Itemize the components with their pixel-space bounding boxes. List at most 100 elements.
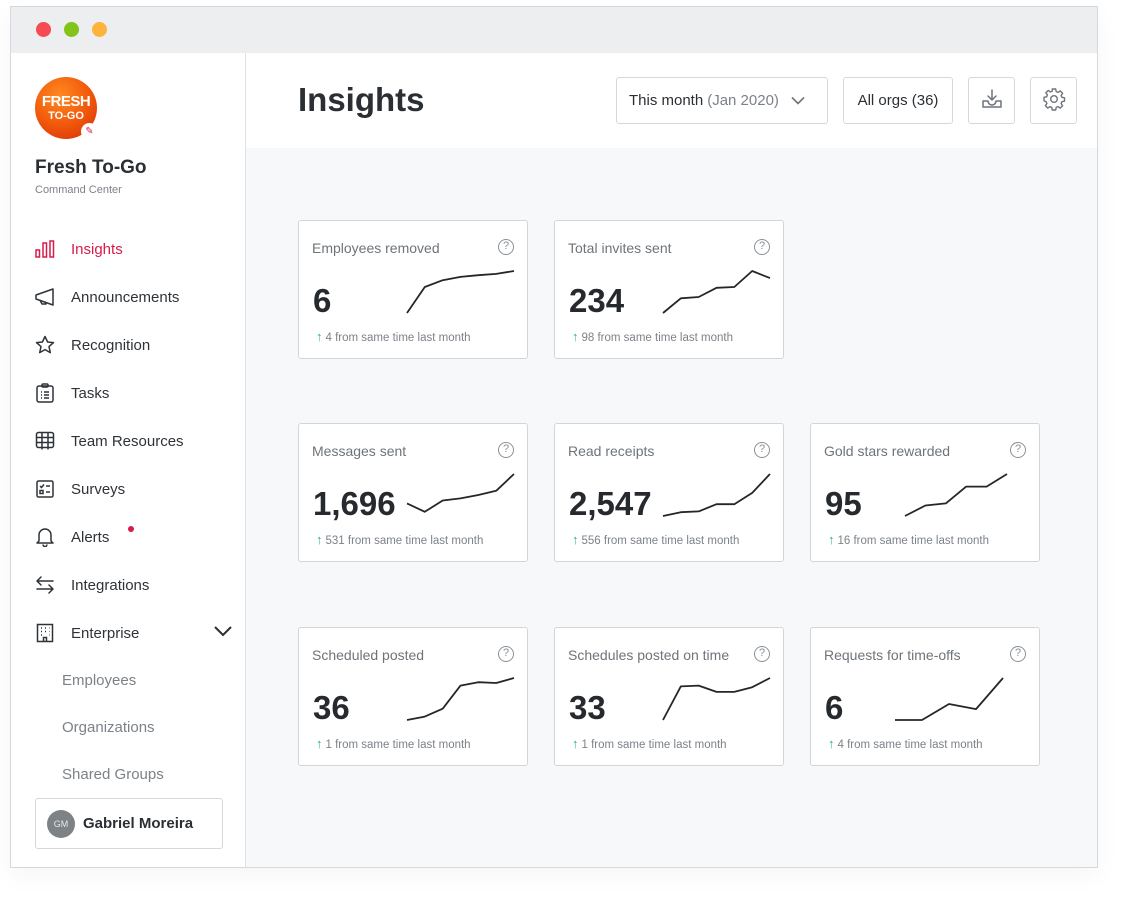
help-icon[interactable]: ?	[1010, 646, 1026, 662]
sidebar-item-label: Announcements	[71, 288, 180, 306]
card-title: Messages sent	[312, 443, 407, 459]
card-title: Employees removed	[312, 240, 440, 256]
card-delta: ↑ 531 from same time last month	[316, 532, 483, 547]
chevron-down-icon[interactable]	[214, 624, 232, 642]
metric-card-employees-removed[interactable]: Employees removed ? 6 ↑ 4 from same time …	[298, 220, 528, 359]
card-title: Schedules posted on time	[568, 647, 730, 663]
help-icon[interactable]: ?	[754, 442, 770, 458]
help-icon[interactable]: ?	[1010, 442, 1026, 458]
sparkline-series	[406, 270, 515, 314]
sparkline-series	[895, 677, 1004, 721]
logo-text-line1: FRESH	[41, 93, 91, 110]
card-delta: ↑ 98 from same time last month	[572, 329, 733, 344]
logo-text-line2: TO-GO	[48, 110, 84, 122]
card-delta: ↑ 4 from same time last month	[828, 736, 983, 751]
org-subtitle: Command Center	[35, 184, 122, 196]
avatar: GM	[47, 809, 75, 838]
edit-logo-pencil-icon[interactable]: ✎	[81, 123, 98, 140]
sidebar-item-enterprise[interactable]: Enterprise	[11, 609, 246, 657]
sidebar-subitem-employees[interactable]: Employees	[11, 657, 246, 704]
card-delta: ↑ 4 from same time last month	[316, 329, 471, 344]
card-delta: ↑ 1 from same time last month	[572, 736, 727, 751]
sparkline	[904, 473, 1008, 517]
bell-icon	[35, 527, 55, 547]
sparkline	[406, 270, 515, 314]
card-title: Requests for time-offs	[824, 647, 961, 663]
sparkline-series	[662, 677, 771, 721]
sidebar-nav: Insights Announcements Recognition Tasks	[11, 225, 246, 798]
metric-card-messages-sent[interactable]: Messages sent ? 1,696 ↑ 531 from same tim…	[298, 423, 528, 562]
sidebar-subitem-organizations[interactable]: Organizations	[11, 704, 246, 751]
settings-button[interactable]	[1030, 77, 1077, 124]
delta-text: 1 from same time last month	[325, 739, 471, 751]
card-value: 6	[313, 282, 332, 319]
sidebar-item-announcements[interactable]: Announcements	[11, 273, 246, 321]
delta-text: 4 from same time last month	[837, 739, 983, 751]
star-icon	[35, 335, 55, 355]
delta-text: 98 from same time last month	[581, 332, 733, 344]
delta-text: 556 from same time last month	[581, 535, 740, 547]
sparkline	[662, 473, 771, 517]
period-label: This month	[629, 92, 704, 109]
sidebar-item-recognition[interactable]: Recognition	[11, 321, 246, 369]
sparkline-series	[406, 677, 515, 721]
help-icon[interactable]: ?	[754, 239, 770, 255]
arrow-up-icon: ↑	[828, 532, 835, 547]
sidebar-item-tasks[interactable]: Tasks	[11, 369, 246, 417]
binder-icon	[35, 431, 55, 451]
card-value: 95	[825, 485, 862, 522]
window-maximize-button[interactable]	[92, 22, 107, 37]
window-close-button[interactable]	[36, 22, 51, 37]
delta-text: 16 from same time last month	[837, 535, 989, 547]
sparkline	[662, 270, 771, 314]
help-icon[interactable]: ?	[498, 239, 514, 255]
sidebar-item-label: Alerts	[71, 528, 110, 546]
delta-text: 531 from same time last month	[325, 535, 484, 547]
sidebar-item-surveys[interactable]: Surveys	[11, 465, 246, 513]
card-value: 6	[825, 689, 844, 726]
period-dropdown[interactable]: This month (Jan 2020)	[616, 77, 828, 124]
metric-card-gold-stars-rewarded[interactable]: Gold stars rewarded ? 95 ↑ 16 from same t…	[810, 423, 1040, 562]
sidebar-item-team-resources[interactable]: Team Resources	[11, 417, 246, 465]
sparkline	[406, 473, 515, 513]
megaphone-icon	[35, 287, 55, 307]
sidebar-item-label: Enterprise	[71, 624, 140, 642]
arrow-up-icon: ↑	[316, 329, 323, 344]
sparkline	[662, 677, 771, 721]
sidebar-item-insights[interactable]: Insights	[11, 225, 246, 273]
sparkline-series	[662, 473, 771, 517]
arrow-up-icon: ↑	[316, 532, 323, 547]
help-icon[interactable]: ?	[498, 442, 514, 458]
alerts-notification-dot	[128, 526, 134, 532]
metric-card-read-receipts[interactable]: Read receipts ? 2,547 ↑ 556 from same tim…	[554, 423, 784, 562]
chevron-down-icon	[791, 92, 805, 109]
sparkline	[406, 677, 515, 721]
clipboard-list-icon	[35, 383, 55, 403]
period-value: (Jan 2020)	[707, 92, 779, 109]
sidebar-item-label: Recognition	[71, 336, 151, 354]
metric-card-schedules-posted-on-time[interactable]: Schedules posted on time ? 33 ↑ 1 from sa…	[554, 627, 784, 766]
page-title: Insights	[298, 81, 425, 118]
card-title: Gold stars rewarded	[824, 443, 951, 459]
title-bar	[11, 7, 1097, 53]
arrow-up-icon: ↑	[828, 736, 835, 751]
window-minimize-button[interactable]	[64, 22, 79, 37]
metric-card-total-invites-sent[interactable]: Total invites sent ? 234 ↑ 98 from same t…	[554, 220, 784, 359]
building-icon	[35, 623, 55, 643]
metric-card-requests-for-time-offs[interactable]: Requests for time-offs ? 6 ↑ 4 from same …	[810, 627, 1040, 766]
sidebar-subitem-shared-groups[interactable]: Shared Groups	[11, 751, 246, 798]
help-icon[interactable]: ?	[498, 646, 514, 662]
card-value: 2,547	[569, 485, 652, 522]
sidebar-item-alerts[interactable]: Alerts	[11, 513, 246, 561]
card-value: 33	[569, 689, 606, 726]
user-profile-button[interactable]: GM Gabriel Moreira	[35, 798, 223, 849]
sidebar-item-integrations[interactable]: Integrations	[11, 561, 246, 609]
gear-icon	[1042, 87, 1066, 115]
orgs-filter-button[interactable]: All orgs (36)	[843, 77, 953, 124]
card-title: Scheduled posted	[312, 647, 425, 663]
metric-card-scheduled-posted[interactable]: Scheduled posted ? 36 ↑ 1 from same time …	[298, 627, 528, 766]
card-value: 234	[569, 282, 625, 319]
card-title: Total invites sent	[568, 240, 672, 256]
download-button[interactable]	[968, 77, 1015, 124]
help-icon[interactable]: ?	[754, 646, 770, 662]
